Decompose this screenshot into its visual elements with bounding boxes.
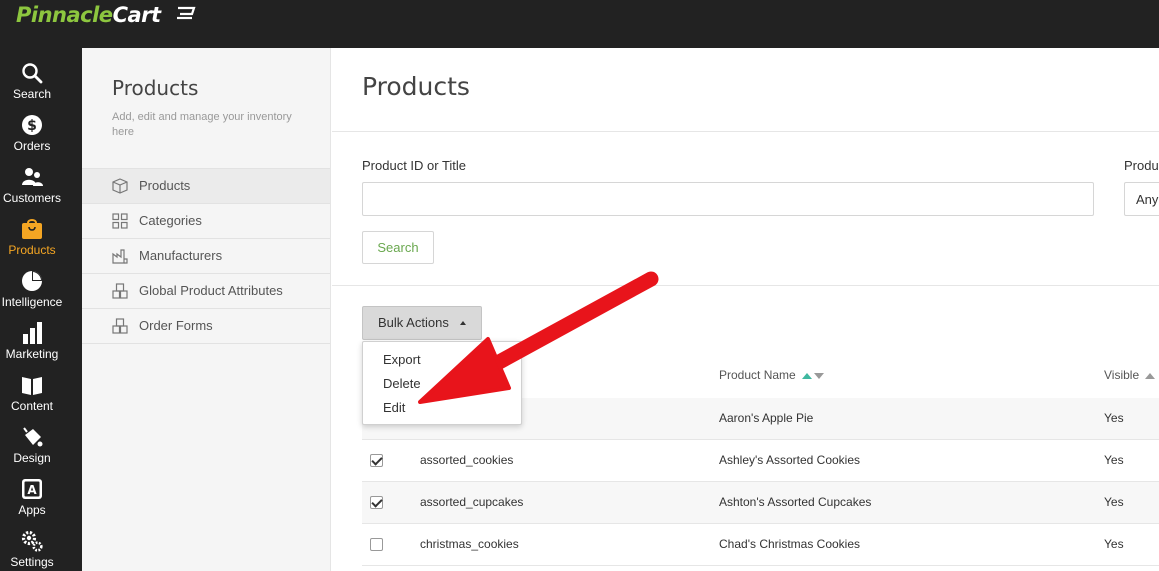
nav-products[interactable]: Products	[0, 204, 82, 257]
nav-orders[interactable]: $ Orders	[0, 100, 82, 153]
subnav-list: Products Categories Manufacturers Global…	[82, 168, 330, 344]
main-content: Products Product ID or Title Produ Any S…	[332, 48, 1159, 571]
nav-intelligence[interactable]: Intelligence	[0, 256, 82, 309]
subnav-label: Global Product Attributes	[139, 283, 283, 298]
subnav-item-order-forms[interactable]: Order Forms	[82, 309, 330, 344]
cart-logo-icon	[177, 6, 196, 20]
sort-icon	[802, 372, 825, 379]
sort-icon	[1145, 372, 1156, 379]
visible-cell: Yes	[1104, 411, 1124, 425]
subnav-item-products[interactable]: Products	[82, 169, 330, 204]
nav-design[interactable]: Design	[0, 412, 82, 465]
nav-label: Content	[10, 399, 54, 413]
subnav-label: Categories	[139, 213, 202, 228]
table-row[interactable]: assorted_cookies Ashley's Assorted Cooki…	[362, 440, 1159, 482]
row-checkbox[interactable]	[370, 538, 383, 551]
nav-apps[interactable]: A Apps	[0, 464, 82, 517]
divider	[332, 285, 1159, 286]
factory-icon	[112, 249, 128, 264]
products-subnav: Products Add, edit and manage your inven…	[82, 48, 331, 571]
product-id-cell: assorted_cupcakes	[420, 495, 524, 509]
bag-icon	[22, 219, 42, 239]
boxes-icon	[112, 318, 128, 334]
bulk-actions-button[interactable]: Bulk Actions	[362, 306, 482, 340]
nav-content[interactable]: Content	[0, 360, 82, 413]
subnav-label: Order Forms	[139, 318, 213, 333]
subnav-item-global-attributes[interactable]: Global Product Attributes	[82, 274, 330, 309]
book-icon	[22, 377, 42, 395]
visible-cell: Yes	[1104, 453, 1124, 467]
visible-cell: Yes	[1104, 495, 1124, 509]
boxes-icon	[112, 283, 128, 299]
nav-marketing[interactable]: Marketing	[0, 308, 82, 361]
table-row[interactable]: christmas_cookies Chad's Christmas Cooki…	[362, 524, 1159, 566]
nav-customers[interactable]: Customers	[0, 152, 82, 205]
divider	[332, 131, 1159, 132]
bulk-actions-menu: Export Delete Edit	[362, 341, 522, 425]
box-icon	[112, 178, 128, 194]
bar-chart-icon	[23, 322, 42, 344]
pinnaclecart-logo[interactable]: PinnacleCart	[16, 3, 161, 27]
nav-settings[interactable]: Settings	[0, 516, 82, 569]
row-checkbox[interactable]	[370, 454, 383, 467]
nav-label: Customers	[2, 191, 61, 205]
product-id-cell: christmas_cookies	[420, 537, 519, 551]
nav-label: Intelligence	[1, 295, 63, 309]
nav-label: Products	[8, 243, 56, 257]
product-id-label: Product ID or Title	[362, 158, 467, 173]
svg-text:$: $	[27, 118, 37, 134]
grid-icon	[112, 213, 128, 229]
subnav-label: Manufacturers	[139, 248, 223, 263]
users-icon	[22, 168, 43, 186]
bulk-actions-label: Bulk Actions	[378, 315, 449, 330]
product-name-cell: Ashton's Assorted Cupcakes	[719, 495, 872, 509]
column-header-visible[interactable]: Visible	[1104, 368, 1157, 382]
product-name-cell: Ashley's Assorted Cookies	[719, 453, 861, 467]
top-bar: PinnacleCart	[0, 0, 1159, 48]
nav-label: Settings	[10, 555, 54, 569]
search-icon	[22, 63, 43, 84]
column-header-product-name[interactable]: Product Name	[719, 368, 826, 382]
search-button[interactable]: Search	[362, 231, 434, 264]
product-filter-select[interactable]: Any	[1124, 182, 1159, 216]
dollar-icon: $	[22, 115, 42, 135]
product-id-cell: assorted_cookies	[420, 453, 514, 467]
menu-item-export[interactable]: Export	[383, 352, 421, 367]
table-row[interactable]: assorted_cupcakes Ashton's Assorted Cupc…	[362, 482, 1159, 524]
caret-up-icon	[460, 321, 466, 325]
product-name-cell: Aaron's Apple Pie	[719, 411, 814, 425]
subnav-item-manufacturers[interactable]: Manufacturers	[82, 239, 330, 274]
product-name-cell: Chad's Christmas Cookies	[719, 537, 861, 551]
nav-label: Design	[13, 451, 51, 465]
svg-text:A: A	[27, 483, 37, 497]
subnav-item-categories[interactable]: Categories	[82, 204, 330, 239]
nav-label: Orders	[13, 139, 51, 153]
subnav-title: Products	[112, 76, 199, 100]
product-id-input[interactable]	[362, 182, 1094, 216]
subnav-label: Products	[139, 178, 191, 193]
nav-label: Search	[12, 87, 52, 101]
page-title: Products	[362, 72, 470, 101]
subnav-description: Add, edit and manage your inventory here	[112, 111, 292, 138]
paint-bucket-icon	[23, 427, 43, 447]
nav-label: Marketing	[5, 347, 59, 361]
row-checkbox[interactable]	[370, 496, 383, 509]
visible-cell: Yes	[1104, 537, 1124, 551]
product-filter-label: Produ	[1124, 158, 1159, 173]
menu-item-edit[interactable]: Edit	[383, 400, 405, 415]
apps-icon: A	[22, 479, 42, 499]
menu-item-delete[interactable]: Delete	[383, 376, 421, 391]
gears-icon	[21, 530, 43, 552]
nav-label: Apps	[18, 503, 46, 517]
pie-chart-icon	[22, 271, 42, 291]
main-nav-rail: Search $ Orders Customers Products Intel…	[0, 48, 82, 571]
nav-search[interactable]: Search	[0, 48, 82, 101]
